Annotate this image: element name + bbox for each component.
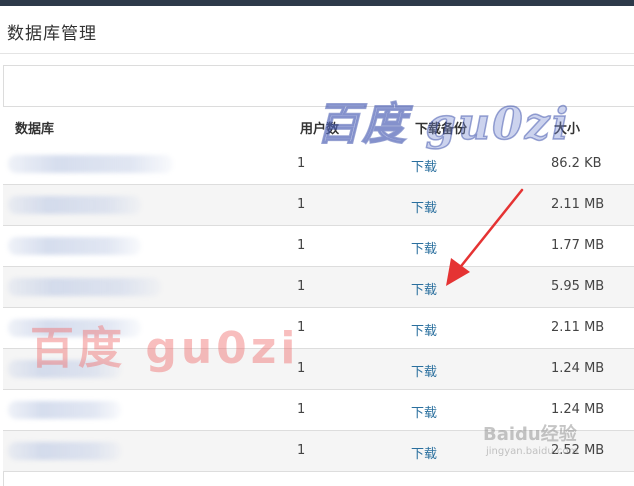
database-name-redacted xyxy=(8,196,141,214)
database-name-redacted xyxy=(8,155,173,173)
baidu-url-text: jingyan.baidu.com xyxy=(486,446,579,457)
page-title: 数据库管理 xyxy=(7,24,97,44)
user-count: 1 xyxy=(297,156,306,171)
user-count: 1 xyxy=(297,279,306,294)
user-count: 1 xyxy=(297,238,306,253)
database-size: 2.11 MB xyxy=(551,197,605,212)
database-size: 1.77 MB xyxy=(551,238,605,253)
download-link[interactable]: 下载 xyxy=(411,197,437,216)
user-count: 1 xyxy=(297,402,306,417)
table-row: 1 下载 2.11 MB xyxy=(3,185,634,226)
download-link[interactable]: 下载 xyxy=(411,320,437,339)
watermark-middle: 百度 gu0zi xyxy=(30,323,300,374)
database-size: 2.11 MB xyxy=(551,320,605,335)
database-name-redacted xyxy=(8,237,141,255)
user-count: 1 xyxy=(297,197,306,212)
header-database: 数据库 xyxy=(15,122,55,137)
title-divider xyxy=(0,53,634,54)
top-nav-bar xyxy=(0,0,634,6)
download-link[interactable]: 下载 xyxy=(411,279,437,298)
baidu-logo-text: Baidu经验 xyxy=(483,424,577,445)
database-size: 5.95 MB xyxy=(551,279,605,294)
watermark-top: 百度 gu0zi xyxy=(315,98,571,151)
download-link[interactable]: 下载 xyxy=(411,156,437,175)
user-count: 1 xyxy=(297,443,306,458)
table-row: 1 下载 1.77 MB xyxy=(3,226,634,267)
download-link[interactable]: 下载 xyxy=(411,402,437,421)
database-name-redacted xyxy=(8,401,121,419)
database-size: 1.24 MB xyxy=(551,402,605,417)
download-link[interactable]: 下载 xyxy=(411,443,437,462)
database-size: 1.24 MB xyxy=(551,361,605,376)
table-row: 1 下载 5.95 MB xyxy=(3,267,634,308)
download-link[interactable]: 下载 xyxy=(411,361,437,380)
download-link[interactable]: 下载 xyxy=(411,238,437,257)
database-size: 86.2 KB xyxy=(551,156,602,171)
database-name-redacted xyxy=(8,442,121,460)
database-name-redacted xyxy=(8,278,161,296)
baidu-jingyan-watermark: Baidu经验 jingyan.baidu.com xyxy=(483,420,578,457)
